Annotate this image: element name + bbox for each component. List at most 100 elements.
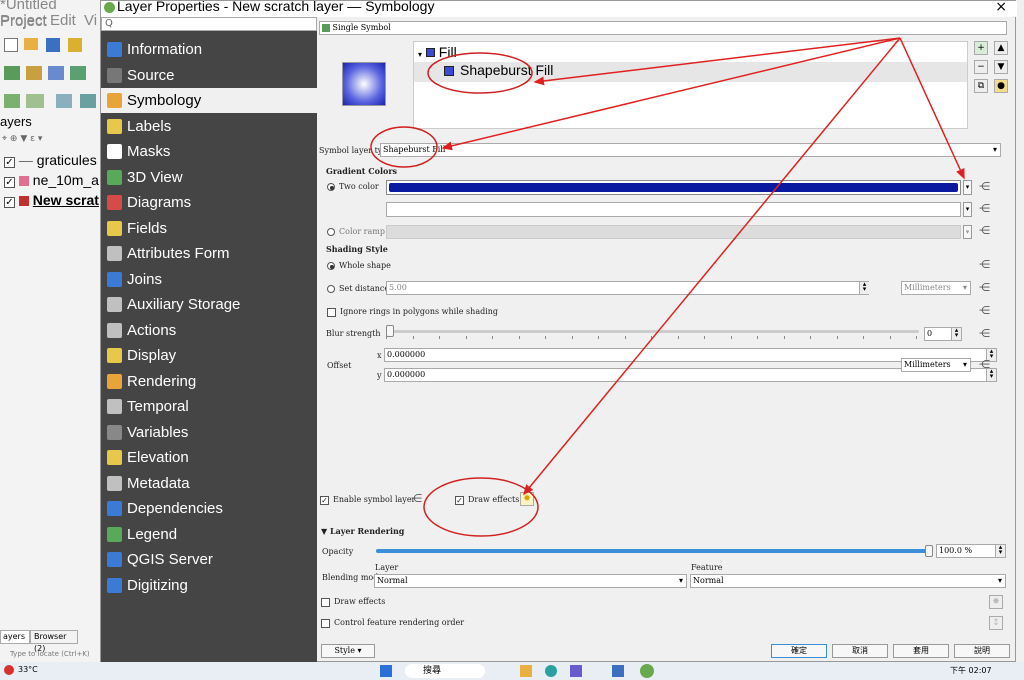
renderer-select[interactable]: Single Symbol <box>319 21 1007 35</box>
sidebar-item-digitizing[interactable]: Digitizing <box>101 573 317 598</box>
sidebar-item-3d-view[interactable]: 3D View <box>101 165 317 190</box>
color1-dropdown-icon[interactable]: ▾ <box>963 180 972 195</box>
add-layer-icon[interactable]: + <box>974 41 988 55</box>
sidebar-item-joins[interactable]: Joins <box>101 267 317 292</box>
color1-button[interactable] <box>386 180 961 195</box>
identify-icon[interactable] <box>56 94 72 108</box>
select-dropdown-icon[interactable] <box>26 94 44 108</box>
blend-layer-select[interactable]: Normal ▾ <box>374 574 687 588</box>
ramp-dropdown-icon[interactable]: ▾ <box>963 225 972 239</box>
close-icon[interactable]: × <box>995 0 1007 15</box>
opacity-slider-track[interactable] <box>376 549 931 553</box>
collapse-icon[interactable]: ▼ <box>321 526 330 536</box>
checkbox[interactable] <box>327 307 336 317</box>
radio-on[interactable] <box>327 183 335 191</box>
cancel-button[interactable]: 取消 <box>832 644 888 658</box>
color2-button[interactable] <box>386 202 961 217</box>
radio-off[interactable] <box>327 285 335 293</box>
open-folder-icon[interactable] <box>24 38 38 50</box>
symbol-layer-type-select[interactable]: Shapeburst Fill ▾ <box>380 143 1001 157</box>
taskbar-search[interactable]: 搜尋 <box>405 664 485 678</box>
layer-checkbox[interactable]: ✓ <box>4 197 15 208</box>
checkbox-checked[interactable]: ✓ <box>455 495 464 505</box>
add-csv-icon[interactable] <box>48 66 64 80</box>
main-menu-view[interactable]: Vi <box>84 12 97 29</box>
distance-unit-select[interactable]: Millimeters ▾ <box>901 281 971 295</box>
move-down-icon[interactable]: ▼ <box>994 60 1008 74</box>
sidebar-item-auxiliary-storage[interactable]: Auxiliary Storage <box>101 292 317 317</box>
effects-star-icon[interactable]: ✸ <box>989 595 1003 609</box>
layer-checkbox[interactable]: ✓ <box>4 157 15 168</box>
spin-arrows-icon[interactable]: ▴ ▾ <box>995 544 1005 557</box>
sidebar-item-masks[interactable]: Masks <box>101 139 317 164</box>
sidebar-item-metadata[interactable]: Metadata <box>101 471 317 496</box>
sidebar-item-variables[interactable]: Variables <box>101 420 317 445</box>
spin-arrows-icon[interactable]: ▴ ▾ <box>859 281 869 294</box>
tab-browser[interactable]: Browser (2) <box>30 630 78 653</box>
data-defined-icon[interactable]: ⋲ <box>979 327 990 340</box>
ok-button[interactable]: 確定 <box>771 644 827 658</box>
whole-shape-radio[interactable]: Whole shape <box>327 261 391 270</box>
tree-item-fill[interactable]: ▾ Fill <box>418 44 457 60</box>
checkbox[interactable] <box>321 597 330 607</box>
data-defined-icon[interactable]: ⋲ <box>979 258 990 271</box>
order-by-icon[interactable]: ↕ <box>989 616 1003 630</box>
measure-icon[interactable] <box>80 94 96 108</box>
checkbox-checked[interactable]: ✓ <box>320 495 329 505</box>
layer-row[interactable]: ✓ New scrat <box>4 192 99 208</box>
opacity-slider-handle[interactable] <box>925 545 933 557</box>
sidebar-item-attributes-form[interactable]: Attributes Form <box>101 241 317 266</box>
sidebar-item-display[interactable]: Display <box>101 343 317 368</box>
remove-layer-icon[interactable]: − <box>974 60 988 74</box>
collapse-icon[interactable]: ▾ <box>418 50 422 59</box>
set-distance-input[interactable]: 5.00 <box>386 281 869 295</box>
outlook-icon[interactable] <box>612 665 624 677</box>
effects-star-icon[interactable]: ✸ <box>520 492 534 506</box>
radio-off[interactable] <box>327 228 335 236</box>
apply-button[interactable]: 套用 <box>893 644 949 658</box>
move-up-icon[interactable]: ▲ <box>994 41 1008 55</box>
app-icon[interactable] <box>570 665 582 677</box>
data-defined-icon[interactable]: ⋲ <box>979 281 990 294</box>
radio-on[interactable] <box>327 262 335 270</box>
control-order-checkbox[interactable]: Control feature rendering order <box>321 618 464 628</box>
sidebar-item-rendering[interactable]: Rendering <box>101 369 317 394</box>
sidebar-item-qgis-server[interactable]: QGIS Server <box>101 547 317 572</box>
draw-effects-checkbox[interactable]: ✓ Draw effects <box>455 495 519 505</box>
sidebar-search-input[interactable]: Q <box>101 17 317 31</box>
ignore-rings-checkbox[interactable]: Ignore rings in polygons while shading <box>327 307 498 317</box>
sidebar-item-labels[interactable]: Labels <box>101 114 317 139</box>
help-button[interactable]: 說明 <box>954 644 1010 658</box>
explorer-icon[interactable] <box>520 665 532 677</box>
select-icon[interactable] <box>4 94 20 108</box>
sidebar-item-fields[interactable]: Fields <box>101 216 317 241</box>
layer-checkbox[interactable]: ✓ <box>4 177 15 188</box>
layer-row[interactable]: ✓ ne_10m_a <box>4 172 99 188</box>
layer-row[interactable]: ✓ — graticules <box>4 152 97 168</box>
sidebar-item-legend[interactable]: Legend <box>101 522 317 547</box>
sidebar-item-actions[interactable]: Actions <box>101 318 317 343</box>
data-defined-icon[interactable]: ⋲ <box>411 492 422 505</box>
blur-slider-track[interactable] <box>386 330 919 333</box>
save-icon[interactable] <box>46 38 60 52</box>
print-icon[interactable] <box>68 38 82 52</box>
offset-unit-select[interactable]: Millimeters ▾ <box>901 358 971 372</box>
data-defined-icon[interactable]: ⋲ <box>979 180 990 193</box>
main-menu-edit[interactable]: Edit <box>50 12 76 29</box>
data-defined-icon[interactable]: ⋲ <box>979 358 990 371</box>
windows-start-icon[interactable] <box>380 665 392 677</box>
color-ramp-radio[interactable]: Color ramp <box>327 227 385 236</box>
data-defined-icon[interactable]: ⋲ <box>979 224 990 237</box>
edge-icon[interactable] <box>545 665 557 677</box>
layer-rendering-header[interactable]: ▼ Layer Rendering <box>321 526 404 536</box>
lock-icon[interactable]: ● <box>994 79 1008 93</box>
spin-arrows-icon[interactable]: ▴ ▾ <box>951 327 961 340</box>
data-defined-icon[interactable]: ⋲ <box>979 202 990 215</box>
sidebar-item-symbology[interactable]: Symbology <box>101 88 317 113</box>
duplicate-icon[interactable]: ⧉ <box>974 79 988 93</box>
data-defined-icon[interactable]: ⋲ <box>979 304 990 317</box>
sidebar-item-information[interactable]: Information <box>101 37 317 62</box>
lr-draw-effects-checkbox[interactable]: Draw effects <box>321 597 385 607</box>
style-button[interactable]: Style ▾ <box>321 644 375 658</box>
set-distance-radio[interactable]: Set distance <box>327 284 389 293</box>
